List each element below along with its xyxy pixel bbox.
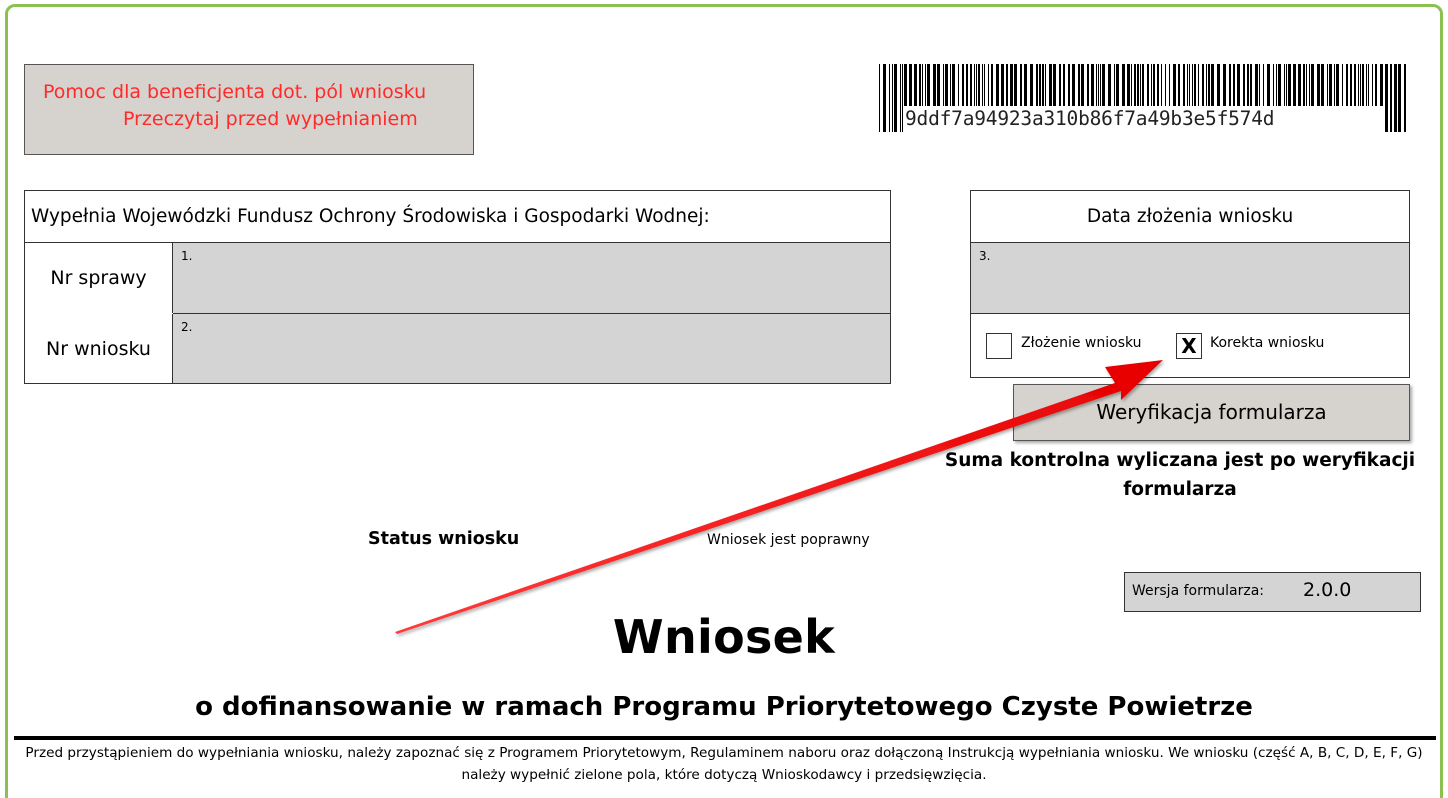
- correction-checkbox-label: Korekta wniosku: [1210, 335, 1325, 351]
- checksum-note: Suma kontrolna wyliczana jest po weryfik…: [944, 450, 1416, 500]
- case-number-label: Nr sprawy: [25, 243, 173, 313]
- divider: [14, 736, 1436, 740]
- help-button-line1: Pomoc dla beneficjenta dot. pól wniosku: [43, 81, 427, 103]
- fund-section: Wypełnia Wojewódzki Fundusz Ochrony Środ…: [24, 190, 891, 384]
- status-value: Wniosek jest poprawny: [707, 532, 870, 548]
- submission-checkbox[interactable]: [986, 333, 1012, 359]
- page-subtitle: o dofinansowanie w ramach Programu Prior…: [195, 692, 1253, 722]
- submission-type-options: Złożenie wniosku X Korekta wniosku: [971, 314, 1409, 377]
- application-number-field[interactable]: 2.: [173, 314, 890, 383]
- page-title: Wniosek: [612, 610, 836, 664]
- form-version-label: Wersja formularza:: [1132, 583, 1264, 599]
- barcode-text: 9ddf7a94923a310b86f7a49b3e5f574d: [903, 106, 1383, 132]
- field-number: 2.: [181, 320, 193, 334]
- field-number: 3.: [979, 249, 991, 263]
- instructions-text: Przed przystąpieniem do wypełniania wnio…: [25, 745, 1423, 783]
- submission-checkbox-label: Złożenie wniosku: [1021, 335, 1142, 351]
- submission-date-field[interactable]: 3.: [971, 243, 1409, 314]
- case-number-field[interactable]: 1.: [173, 243, 890, 314]
- submission-date-heading: Data złożenia wniosku: [971, 191, 1409, 243]
- fund-section-heading: Wypełnia Wojewódzki Fundusz Ochrony Środ…: [25, 191, 890, 243]
- correction-checkbox[interactable]: X: [1176, 333, 1202, 359]
- verify-form-button[interactable]: Weryfikacja formularza: [1013, 384, 1410, 441]
- form-version: Wersja formularza: 2.0.0: [1124, 572, 1421, 612]
- help-button[interactable]: Pomoc dla beneficjenta dot. pól wniosku …: [24, 64, 474, 155]
- help-button-line2: Przeczytaj przed wypełnianiem: [123, 108, 418, 130]
- submission-date-section: Data złożenia wniosku 3. Złożenie wniosk…: [970, 190, 1410, 378]
- application-number-label: Nr wniosku: [25, 314, 173, 384]
- field-number: 1.: [181, 249, 193, 263]
- status-label: Status wniosku: [368, 529, 520, 549]
- form-version-value: 2.0.0: [1303, 579, 1352, 601]
- barcode: 9ddf7a94923a310b86f7a49b3e5f574d: [877, 64, 1408, 132]
